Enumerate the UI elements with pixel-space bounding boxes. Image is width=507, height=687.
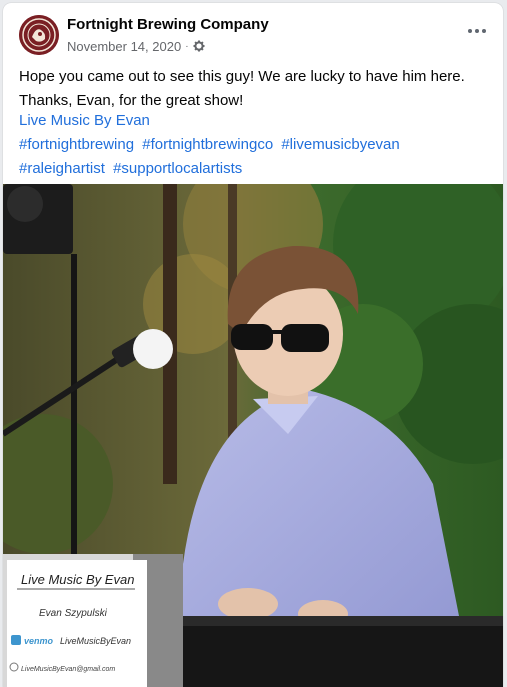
sign-name: Evan Szypulski	[39, 608, 108, 619]
performer-photo: Live Music By Evan Evan Szypulski venmo …	[3, 184, 503, 687]
hashtag-link[interactable]: #supportlocalartists	[113, 160, 242, 177]
post-text-line: Hope you came out to see this guy! We ar…	[19, 68, 465, 85]
post-date[interactable]: November 14, 2020	[67, 39, 181, 54]
meta-separator: ·	[185, 40, 189, 52]
hashtag-link[interactable]: #raleighartist	[19, 160, 105, 177]
live-music-link[interactable]: Live Music By Evan	[19, 112, 150, 129]
brewery-logo-icon	[19, 15, 59, 55]
page-avatar[interactable]	[19, 15, 59, 55]
post-photo[interactable]: Live Music By Evan Evan Szypulski venmo …	[3, 184, 503, 687]
live-music-link-row: Live Music By Evan	[19, 109, 150, 133]
post-header: Fortnight Brewing Company November 14, 2…	[3, 3, 503, 61]
post-meta: November 14, 2020 ·	[67, 38, 205, 54]
more-options-icon[interactable]	[465, 23, 489, 39]
more-dot	[468, 29, 472, 33]
post-card: Fortnight Brewing Company November 14, 2…	[3, 3, 503, 687]
hashtag-link[interactable]: #fortnightbrewingco	[142, 136, 273, 153]
more-dot	[482, 29, 486, 33]
sign-title: Live Music By Evan	[21, 572, 134, 587]
sign-venmo-brand: venmo	[24, 636, 54, 646]
hashtag-link[interactable]: #livemusicbyevan	[281, 136, 399, 153]
more-dot	[475, 29, 479, 33]
hashtag-link[interactable]: #fortnightbrewing	[19, 136, 134, 153]
hashtag-list: #fortnightbrewing #fortnightbrewingco #l…	[19, 133, 489, 181]
sign-email: LiveMusicByEvan@gmail.com	[21, 666, 115, 673]
gear-icon[interactable]	[193, 40, 205, 52]
post-text: Hope you came out to see this guy! We ar…	[19, 65, 487, 113]
sign-venmo-handle: LiveMusicByEvan	[60, 636, 131, 646]
page-name-link[interactable]: Fortnight Brewing Company	[67, 16, 269, 33]
